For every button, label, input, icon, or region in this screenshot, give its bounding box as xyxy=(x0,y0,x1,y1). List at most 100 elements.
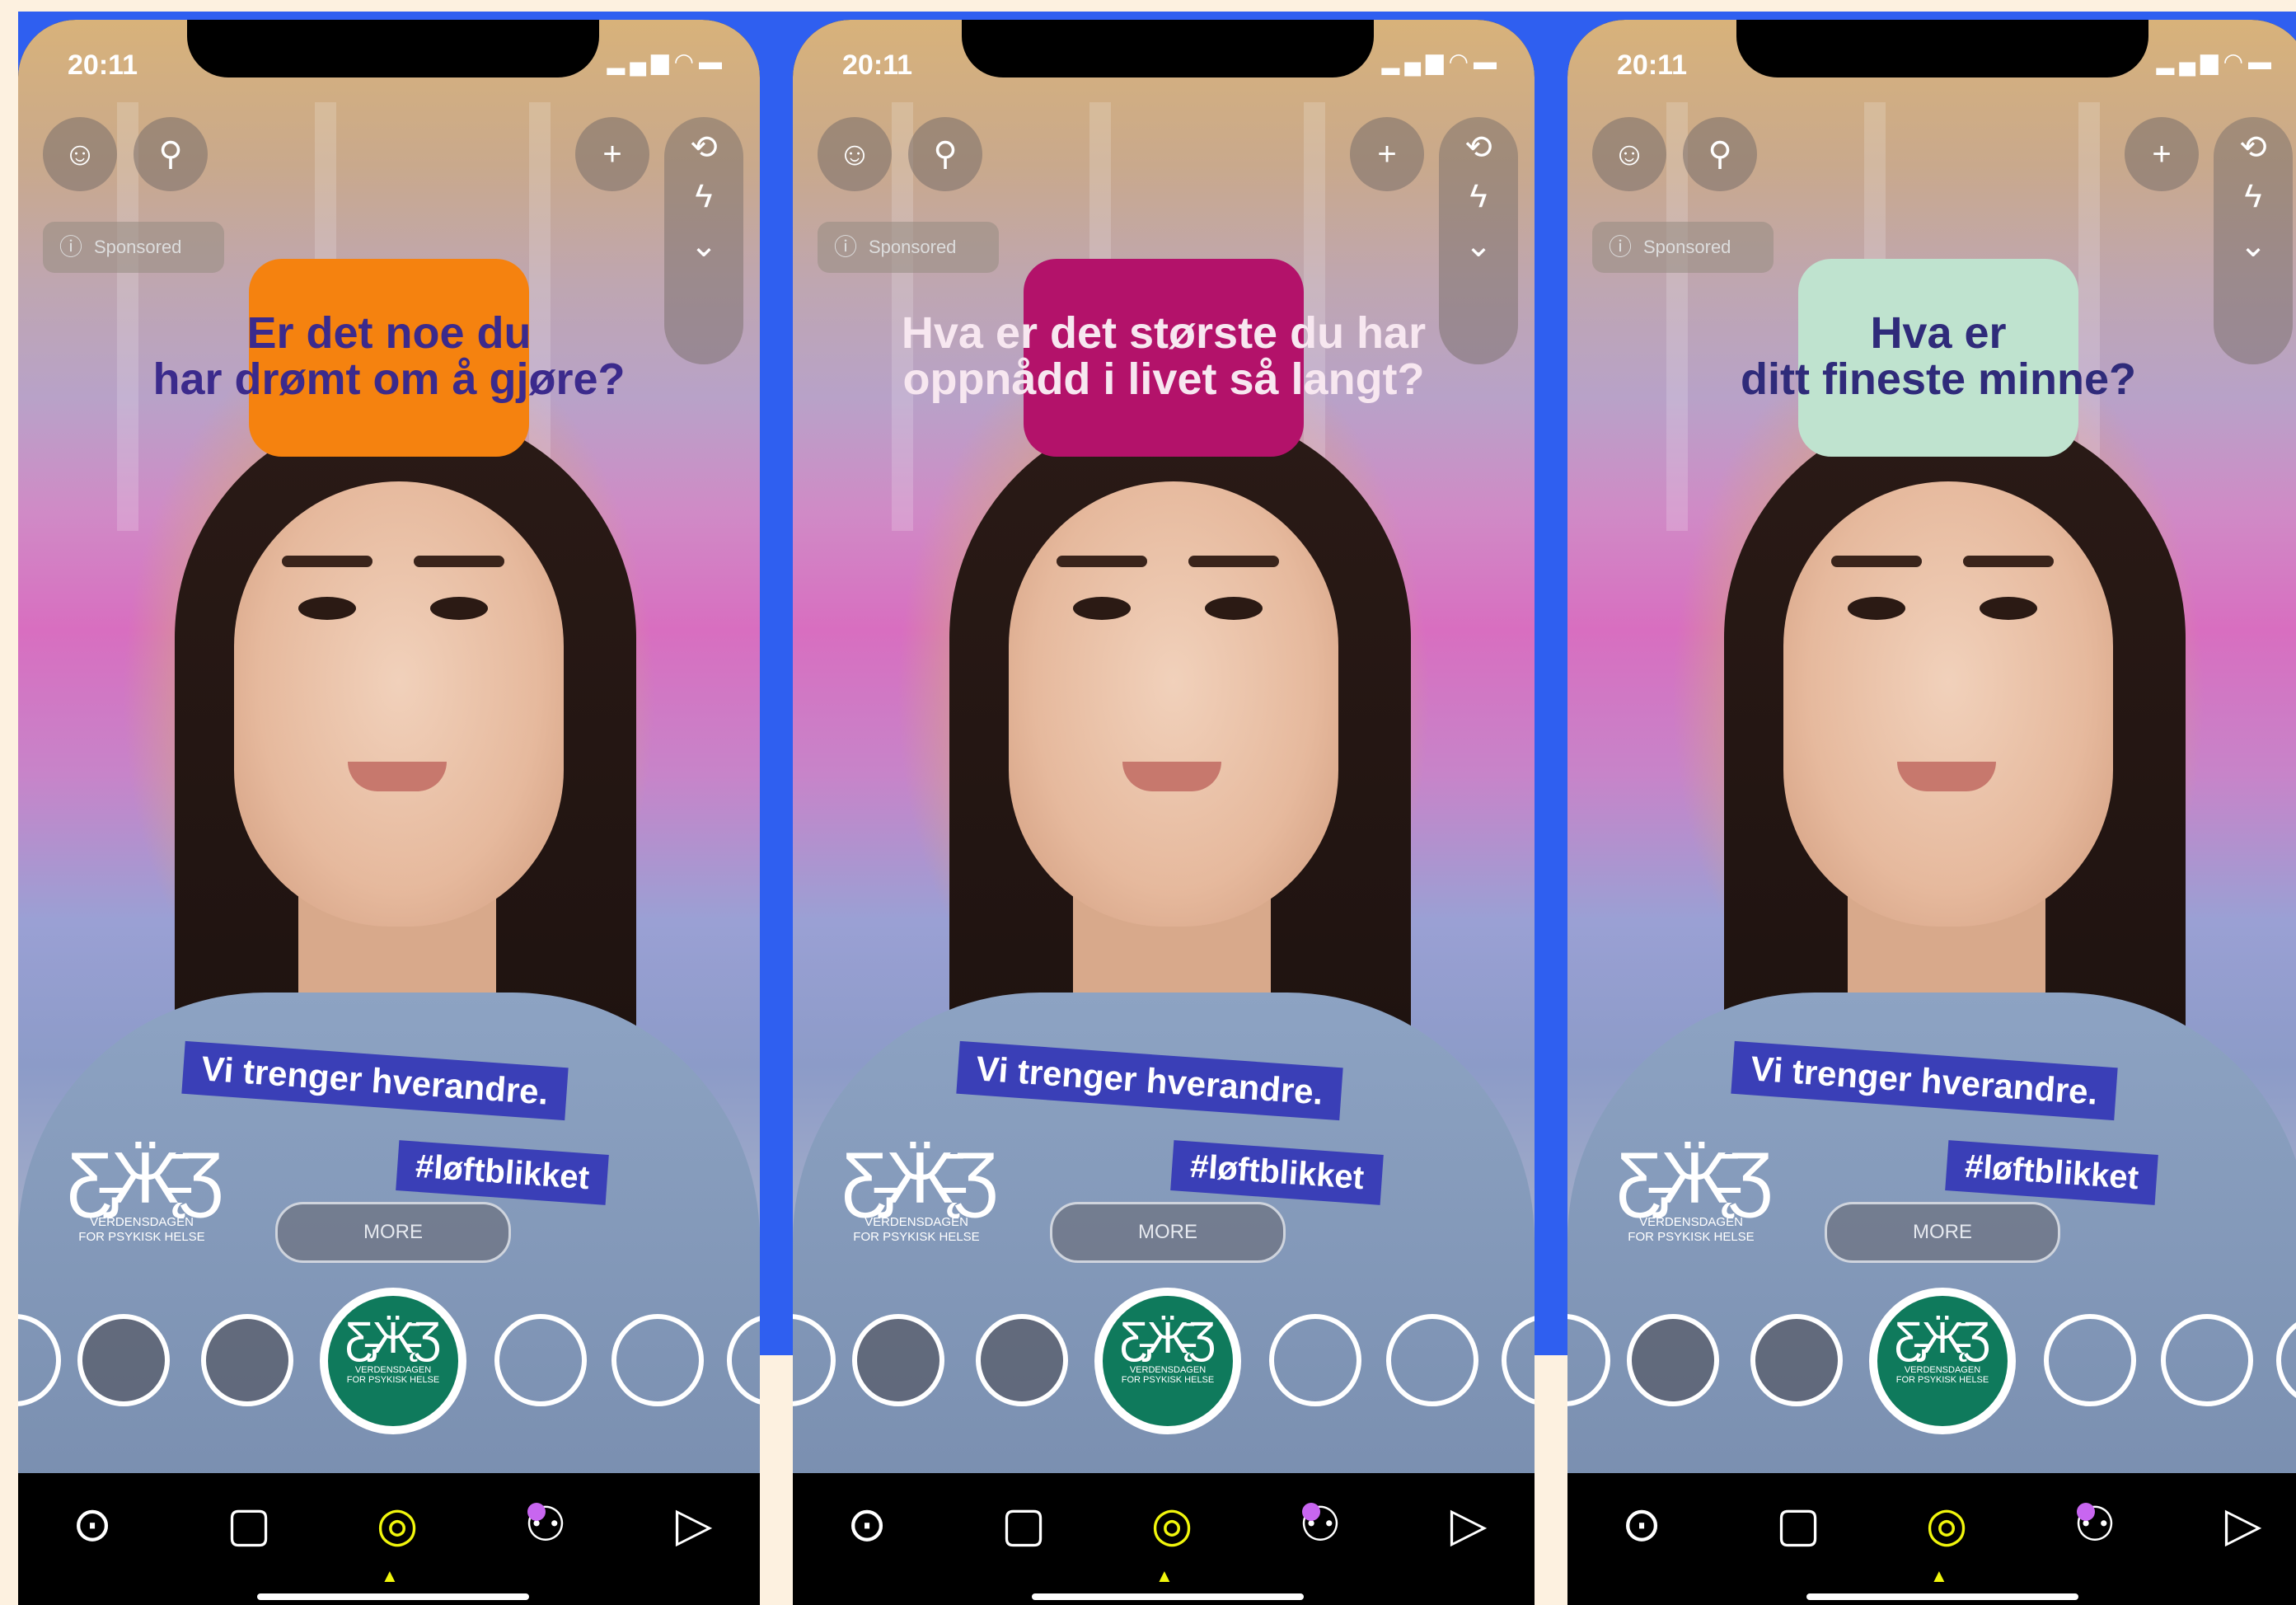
status-icons: ▂▄▆◠▬ xyxy=(1382,48,1502,75)
lens-option[interactable] xyxy=(976,1314,1068,1406)
battery-icon: ▬ xyxy=(2248,49,2276,74)
lens-option[interactable] xyxy=(1627,1314,1719,1406)
wifi-icon: ◠ xyxy=(673,49,699,74)
notification-dot xyxy=(1302,1503,1320,1521)
bottom-nav: ⊙ ▢ ◎ ⚇ ▷ ▲ xyxy=(1567,1473,2296,1605)
butterfly-icon: Ƹ̵̡Ӝ̵̨̄Ʒ xyxy=(842,1137,998,1218)
butterfly-icon: Ƹ̵̡Ӝ̵̨̄Ʒ xyxy=(345,1313,441,1363)
flash-icon[interactable]: ϟ xyxy=(2214,178,2293,215)
map-icon[interactable]: ⊙ xyxy=(1600,1496,1683,1552)
bottom-nav: ⊙ ▢ ◎ ⚇ ▷ ▲ xyxy=(18,1473,760,1605)
camera-tools: ⟲ ϟ ⌄ xyxy=(2214,117,2293,364)
play-icon[interactable]: ▷ xyxy=(1427,1496,1510,1552)
right-brow xyxy=(414,556,504,567)
wifi-icon: ◠ xyxy=(2223,49,2248,74)
face xyxy=(234,481,564,927)
add-friend-icon[interactable]: + xyxy=(2125,117,2199,191)
map-icon[interactable]: ⊙ xyxy=(51,1496,134,1552)
caret-up-icon: ▲ xyxy=(1155,1565,1174,1586)
chat-icon[interactable]: ▢ xyxy=(982,1496,1065,1552)
add-friend-icon[interactable]: + xyxy=(575,117,649,191)
phone-screen-2: Hva er det største du har oppnådd i live… xyxy=(793,20,1535,1605)
caret-up-icon: ▲ xyxy=(381,1565,399,1586)
search-icon[interactable]: ⚲ xyxy=(134,117,208,191)
active-lens-button[interactable]: Ƹ̵̡Ӝ̵̨̄Ʒ VERDENSDAGEN FOR PSYKISK HELSE xyxy=(320,1288,466,1434)
left-eye xyxy=(1848,597,1905,620)
more-button[interactable]: MORE xyxy=(275,1202,511,1263)
flip-camera-icon[interactable]: ⟲ xyxy=(1439,129,1518,167)
right-eye xyxy=(430,597,488,620)
search-icon[interactable]: ⚲ xyxy=(908,117,982,191)
sponsored-badge[interactable]: Sponsored xyxy=(43,222,224,273)
camera-tools: ⟲ ϟ ⌄ xyxy=(1439,117,1518,364)
butterfly-icon: Ƹ̵̡Ӝ̵̨̄Ʒ xyxy=(1895,1313,1990,1363)
chat-icon[interactable]: ▢ xyxy=(208,1496,290,1552)
flip-camera-icon[interactable]: ⟲ xyxy=(2214,129,2293,167)
add-friend-icon[interactable]: + xyxy=(1350,117,1424,191)
status-time: 20:11 xyxy=(842,49,913,81)
lens-option[interactable] xyxy=(494,1314,587,1406)
camera-view: Er det noe du har drømt om å gjøre? 20:1… xyxy=(18,20,760,1473)
question-text: Hva er det største du har oppnådd i live… xyxy=(793,310,1535,402)
lens-option[interactable] xyxy=(201,1314,293,1406)
left-brow xyxy=(282,556,373,567)
camera-icon[interactable]: ◎ xyxy=(1131,1496,1213,1552)
play-icon[interactable]: ▷ xyxy=(653,1496,735,1552)
ghost-icon[interactable]: ☺ xyxy=(43,117,117,191)
chevron-down-icon[interactable]: ⌄ xyxy=(1439,227,1518,265)
chevron-down-icon[interactable]: ⌄ xyxy=(664,227,743,265)
camera-icon[interactable]: ◎ xyxy=(1905,1496,1988,1552)
caret-up-icon: ▲ xyxy=(1930,1565,1948,1586)
more-button[interactable]: MORE xyxy=(1825,1202,2060,1263)
sponsored-badge[interactable]: Sponsored xyxy=(818,222,999,273)
active-lens-button[interactable]: Ƹ̵̡Ӝ̵̨̄Ʒ VERDENSDAGEN FOR PSYKISK HELSE xyxy=(1869,1288,2016,1434)
lens-option[interactable] xyxy=(1750,1314,1843,1406)
friends-icon[interactable]: ⚇ xyxy=(504,1496,587,1552)
lens-option[interactable] xyxy=(611,1314,704,1406)
left-eye xyxy=(298,597,356,620)
battery-icon: ▬ xyxy=(1474,49,1502,74)
left-brow xyxy=(1057,556,1147,567)
question-line-2: oppnådd i livet så langt? xyxy=(902,354,1425,404)
lens-option[interactable] xyxy=(2161,1314,2253,1406)
left-brow xyxy=(1831,556,1922,567)
home-indicator xyxy=(1032,1593,1304,1600)
chat-icon[interactable]: ▢ xyxy=(1757,1496,1839,1552)
flip-camera-icon[interactable]: ⟲ xyxy=(664,129,743,167)
chevron-down-icon[interactable]: ⌄ xyxy=(2214,227,2293,265)
lens-option[interactable] xyxy=(2044,1314,2136,1406)
camera-icon[interactable]: ◎ xyxy=(356,1496,438,1552)
verdensdagen-logo: Ƹ̵̡Ӝ̵̨̄Ʒ VERDENSDAGEN FOR PSYKISK HELSE xyxy=(1617,1137,1773,1245)
active-lens-button[interactable]: Ƹ̵̡Ӝ̵̨̄Ʒ VERDENSDAGEN FOR PSYKISK HELSE xyxy=(1094,1288,1241,1434)
mouth xyxy=(1122,762,1221,791)
mouth xyxy=(1897,762,1996,791)
play-icon[interactable]: ▷ xyxy=(2202,1496,2284,1552)
flash-icon[interactable]: ϟ xyxy=(664,178,743,215)
home-indicator xyxy=(257,1593,529,1600)
ghost-icon[interactable]: ☺ xyxy=(818,117,892,191)
notch xyxy=(187,20,599,77)
flash-icon[interactable]: ϟ xyxy=(1439,178,1518,215)
butterfly-icon: Ƹ̵̡Ӝ̵̨̄Ʒ xyxy=(68,1137,223,1218)
question-line-1: Hva er det største du har xyxy=(901,308,1427,358)
butterfly-icon: Ƹ̵̡Ӝ̵̨̄Ʒ xyxy=(1617,1137,1773,1218)
lens-option[interactable] xyxy=(77,1314,170,1406)
more-button[interactable]: MORE xyxy=(1050,1202,1286,1263)
friends-icon[interactable]: ⚇ xyxy=(2054,1496,2136,1552)
question-line-1: Hva er xyxy=(1870,308,2007,358)
lens-option[interactable] xyxy=(1269,1314,1361,1406)
search-icon[interactable]: ⚲ xyxy=(1683,117,1757,191)
phone-screen-3: Hva er ditt fineste minne? 20:11 ▂▄▆◠▬ ☺… xyxy=(1567,20,2296,1605)
signal-icon: ▂▄▆ xyxy=(607,49,674,74)
wifi-icon: ◠ xyxy=(1448,49,1474,74)
notification-dot xyxy=(2077,1503,2095,1521)
phone-screen-1: Er det noe du har drømt om å gjøre? 20:1… xyxy=(18,20,760,1605)
lens-option[interactable] xyxy=(1386,1314,1478,1406)
friends-icon[interactable]: ⚇ xyxy=(1279,1496,1361,1552)
left-eye xyxy=(1073,597,1131,620)
sponsored-badge[interactable]: Sponsored xyxy=(1592,222,1774,273)
lens-option[interactable] xyxy=(852,1314,944,1406)
signal-icon: ▂▄▆ xyxy=(2156,49,2223,74)
map-icon[interactable]: ⊙ xyxy=(826,1496,908,1552)
ghost-icon[interactable]: ☺ xyxy=(1592,117,1666,191)
